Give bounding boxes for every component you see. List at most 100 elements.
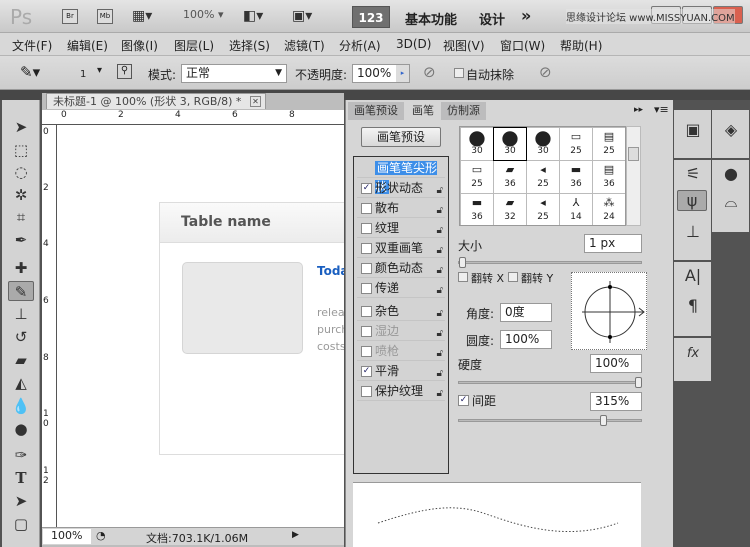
brush-option-checkbox[interactable] <box>361 223 372 234</box>
brush-option-item[interactable]: 双重画笔 🔓︎ <box>357 239 445 258</box>
brush-panel-toggle-icon[interactable]: ⚲ <box>117 64 132 79</box>
opacity-slider-arrow-icon[interactable]: ▸ <box>396 65 409 82</box>
brush-option-checkbox[interactable] <box>361 283 372 294</box>
panel-menu-icon[interactable]: ▾≡ <box>654 103 669 116</box>
document-tab[interactable]: 未标题-1 @ 100% (形状 3, RGB/8) * ✕ <box>46 93 266 109</box>
marquee-tool-icon[interactable]: ⬚ <box>8 140 34 160</box>
brush-tip[interactable]: ⁂ 24 <box>593 194 625 225</box>
menu-layer[interactable]: 图层(L) <box>174 37 214 54</box>
lock-icon[interactable]: 🔓︎ <box>437 344 443 363</box>
brush-tip[interactable]: ▤ 36 <box>593 161 625 193</box>
mode-select[interactable]: 正常 ▼ <box>181 64 287 83</box>
spacing-checkbox[interactable]: ✓ <box>458 395 469 406</box>
paths-panel-icon[interactable]: ⌓ <box>714 192 748 212</box>
mini-bridge-button[interactable]: Mb <box>97 9 113 24</box>
brush-presets-panel-icon[interactable]: ⚟ <box>676 164 710 183</box>
spacing-field[interactable]: 315% <box>590 392 642 411</box>
view-extras-icon[interactable]: ▦▾ <box>132 8 152 24</box>
zoom-field[interactable]: 100% <box>43 529 91 544</box>
brush-option-item[interactable]: 杂色 🔓︎ <box>357 302 445 321</box>
lock-icon[interactable]: 🔓︎ <box>437 221 443 240</box>
brush-option-checkbox[interactable] <box>361 263 372 274</box>
path-selection-tool-icon[interactable]: ➤ <box>8 491 34 511</box>
brush-tip[interactable]: ▤ 25 <box>593 128 625 160</box>
brush-presets-button[interactable]: 画笔预设 <box>361 127 441 147</box>
workspace-design[interactable]: 设计 <box>479 9 505 28</box>
lock-icon[interactable]: 🔓︎ <box>437 181 443 200</box>
pencil-tool-preset-icon[interactable]: ✎▾ <box>20 63 40 81</box>
hardness-slider-thumb[interactable] <box>635 377 642 388</box>
brush-tip[interactable]: ▬ 36 <box>461 194 493 225</box>
brush-tip[interactable]: ● 30 <box>493 127 527 161</box>
workspace-badge[interactable]: 123 <box>352 6 390 28</box>
hardness-slider[interactable] <box>458 377 642 388</box>
brush-option-item[interactable]: 颜色动态 🔓︎ <box>357 259 445 278</box>
flip-x-checkbox[interactable] <box>458 272 468 282</box>
styles-panel-icon[interactable]: fx <box>676 346 710 361</box>
brush-option-item[interactable]: ✓ 平滑 🔓︎ <box>357 362 445 381</box>
pencil-tool-icon[interactable]: ✎ <box>8 281 34 301</box>
lock-icon[interactable]: 🔓︎ <box>437 364 443 383</box>
menu-select[interactable]: 选择(S) <box>229 37 270 54</box>
channels-panel-icon[interactable]: ● <box>714 164 748 183</box>
brush-tip[interactable]: ▬ 36 <box>560 161 592 193</box>
brush-option-item[interactable]: 画笔笔尖形状 <box>357 159 445 194</box>
brush-tip[interactable]: ⅄ 14 <box>560 194 592 225</box>
menu-window[interactable]: 窗口(W) <box>500 37 545 54</box>
paint-bucket-tool-icon[interactable]: ◭ <box>8 373 34 393</box>
pressure-size-icon[interactable]: ⊘ <box>539 63 552 81</box>
eyedropper-tool-icon[interactable]: ✒ <box>8 230 34 250</box>
size-slider-thumb[interactable] <box>459 257 466 268</box>
magic-wand-tool-icon[interactable]: ✲ <box>8 185 34 205</box>
brush-tip[interactable]: ◂ 25 <box>527 161 559 193</box>
mini-bridge-panel-icon[interactable]: ▣ <box>676 120 710 139</box>
brush-tip[interactable]: ▭ 25 <box>461 161 493 193</box>
brush-option-item[interactable]: 喷枪 🔓︎ <box>357 342 445 361</box>
history-brush-tool-icon[interactable]: ↺ <box>8 327 34 347</box>
auto-erase-checkbox[interactable] <box>454 68 464 78</box>
status-menu-arrow-icon[interactable]: ▶ <box>292 530 299 540</box>
menu-help[interactable]: 帮助(H) <box>560 37 602 54</box>
tab-clone-source[interactable]: 仿制源 <box>441 102 486 120</box>
lock-icon[interactable]: 🔓︎ <box>437 304 443 323</box>
size-slider[interactable] <box>458 257 642 268</box>
arrange-documents-icon[interactable]: ◧▾ <box>243 8 263 24</box>
more-workspaces[interactable]: » <box>521 6 531 25</box>
angle-roundness-preview[interactable] <box>571 272 647 350</box>
dodge-tool-icon[interactable]: ● <box>8 419 34 439</box>
crop-tool-icon[interactable]: ⌗ <box>8 207 34 227</box>
lock-icon[interactable]: 🔓︎ <box>437 384 443 403</box>
lock-icon[interactable]: 🔓︎ <box>437 324 443 343</box>
brush-option-checkbox[interactable] <box>361 326 372 337</box>
brush-panel-icon[interactable]: ψ <box>677 190 707 211</box>
healing-brush-tool-icon[interactable]: ✚ <box>8 258 34 278</box>
brush-picker-chevron-icon[interactable]: ▾ <box>97 65 102 76</box>
blur-tool-icon[interactable]: 💧 <box>8 396 34 416</box>
eraser-tool-icon[interactable]: ▰ <box>8 350 34 370</box>
hardness-field[interactable]: 100% <box>590 354 642 373</box>
pressure-opacity-icon[interactable]: ⊘ <box>423 63 436 81</box>
brush-option-checkbox[interactable] <box>361 203 372 214</box>
lasso-tool-icon[interactable]: ◌ <box>8 162 34 182</box>
brush-option-checkbox[interactable]: ✓ <box>361 183 372 194</box>
size-field[interactable]: 1 px <box>584 234 642 253</box>
lock-icon[interactable]: 🔓︎ <box>437 281 443 300</box>
brush-option-checkbox[interactable] <box>361 386 372 397</box>
menu-edit[interactable]: 编辑(E) <box>67 37 108 54</box>
brush-option-item[interactable]: ✓ 形状动态 🔓︎ <box>357 179 445 198</box>
brush-option-item[interactable]: 保护纹理 🔓︎ <box>357 382 445 401</box>
clone-stamp-tool-icon[interactable]: ⊥ <box>8 304 34 324</box>
type-tool-icon[interactable]: T <box>8 468 34 488</box>
opacity-field[interactable]: 100% ▸ <box>352 64 410 83</box>
menu-image[interactable]: 图像(I) <box>121 37 158 54</box>
character-panel-icon[interactable]: A| <box>676 266 710 285</box>
collapse-panel-icon[interactable]: ▸▸ <box>634 105 643 115</box>
close-document-icon[interactable]: ✕ <box>250 96 261 107</box>
roundness-field[interactable]: 100% <box>500 330 552 349</box>
brush-tip[interactable]: ● 30 <box>461 127 493 160</box>
lock-icon[interactable]: 🔓︎ <box>437 241 443 260</box>
brush-tip[interactable]: ▰ 36 <box>494 161 526 193</box>
screen-mode-icon[interactable]: ▣▾ <box>292 8 312 24</box>
zoom-level-select[interactable]: 100% ▾ <box>183 8 223 21</box>
status-info-icon[interactable]: ◔ <box>96 529 106 542</box>
